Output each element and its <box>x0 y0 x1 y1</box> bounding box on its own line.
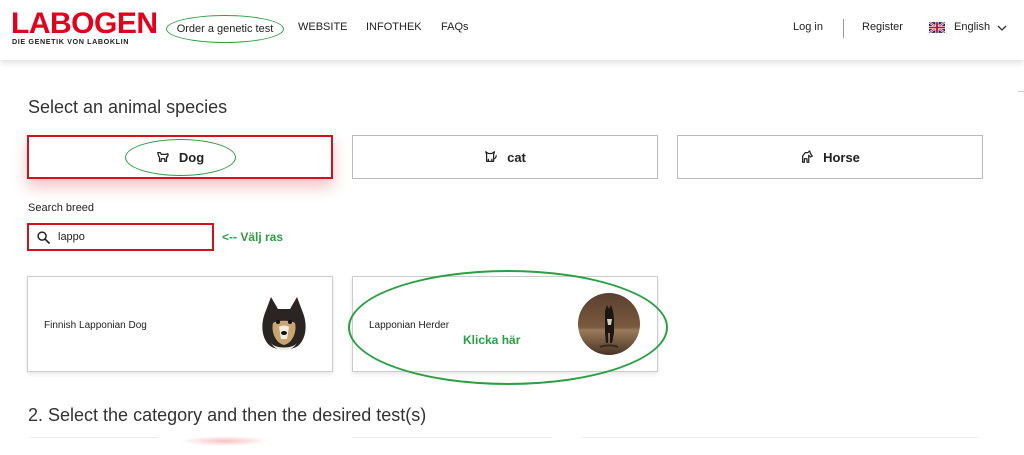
header-divider <box>843 19 844 38</box>
nav-infothek[interactable]: INFOTHEK <box>366 21 422 33</box>
species-label-cat: cat <box>507 149 526 165</box>
nav-website[interactable]: WEBSITE <box>298 21 348 33</box>
logo-text: LABOGEN <box>11 7 158 40</box>
nav-order-genetic-test[interactable]: Order a genetic test <box>166 15 284 43</box>
cat-icon <box>485 151 497 162</box>
logo-tagline: DIE GENETIK VON LABOKLIN <box>12 37 130 46</box>
register-link[interactable]: Register <box>862 21 903 33</box>
species-label-horse: Horse <box>823 149 860 165</box>
annotation-oval-lapponian-herder <box>348 270 668 385</box>
language-selector[interactable]: English <box>954 21 990 33</box>
category-section-title: 2. Select the category and then the desi… <box>28 405 427 425</box>
annotation-choose-breed: <-- Välj ras <box>222 230 284 244</box>
category-tab-hint <box>28 437 158 438</box>
horse-icon <box>802 150 813 163</box>
uk-flag-icon[interactable] <box>929 22 945 33</box>
species-card-horse[interactable]: Horse <box>677 135 983 179</box>
species-card-cat[interactable]: cat <box>352 135 658 179</box>
search-breed-input[interactable] <box>58 229 198 245</box>
login-link[interactable]: Log in <box>793 21 823 33</box>
species-section-title: Select an animal species <box>28 97 228 117</box>
search-icon <box>37 231 50 244</box>
search-breed-label: Search breed <box>28 202 95 214</box>
selected-tab-glow <box>180 436 270 446</box>
labogen-logo[interactable]: LABOGEN DIE GENETIK VON LABOKLIN <box>11 7 158 46</box>
annotation-oval-dog <box>125 139 236 176</box>
nav-faqs[interactable]: FAQs <box>441 21 469 33</box>
top-header: LABOGEN DIE GENETIK VON LABOKLIN Order a… <box>0 0 1024 60</box>
category-tab-hint <box>352 437 552 438</box>
nav-order-label: Order a genetic test <box>176 23 274 35</box>
breed-card-finnish-lapponian[interactable]: Finnish Lapponian Dog <box>27 276 333 372</box>
category-tab-hint <box>580 437 980 438</box>
search-breed-field[interactable] <box>27 223 214 251</box>
chevron-down-icon[interactable] <box>997 24 1007 32</box>
finnish-lapponian-dog-photo <box>253 293 315 355</box>
scroll-hint-line <box>1018 91 1024 92</box>
breed-name: Finnish Lapponian Dog <box>44 320 147 331</box>
